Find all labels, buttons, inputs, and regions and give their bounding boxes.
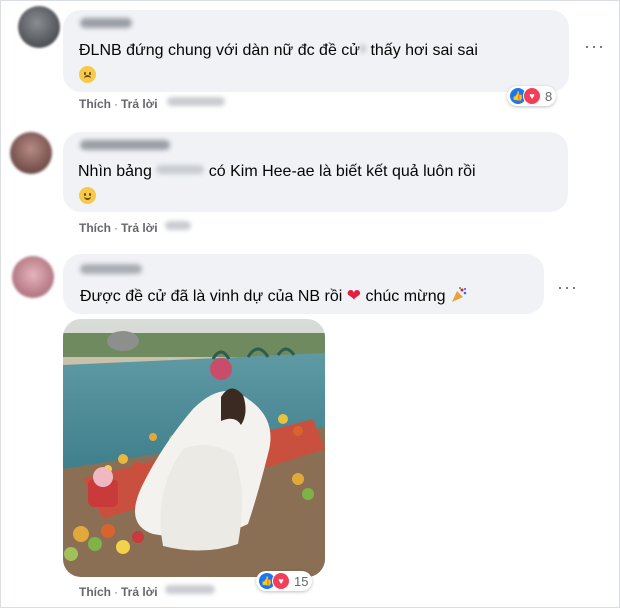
more-options-icon[interactable]: ···: [557, 277, 578, 298]
smiling-face-icon: [79, 187, 96, 204]
comment-text-part: có Kim Hee-ae là biết kết quả luôn rồi: [208, 163, 476, 180]
avatar[interactable]: [12, 256, 54, 298]
timestamp[interactable]: [164, 221, 191, 230]
separator: ·: [114, 221, 118, 235]
commenter-name[interactable]: [80, 264, 142, 274]
red-heart-icon: ❤: [346, 286, 361, 305]
comment-text: Nhìn bảng có Kim Hee-ae là biết kết quả …: [78, 162, 476, 182]
love-reaction-icon: ♥: [272, 572, 290, 590]
comment-actions: Thích · Trả lời: [79, 97, 225, 111]
love-reaction-icon: ♥: [523, 87, 541, 105]
comment-text-part: chúc mừng: [365, 288, 446, 305]
censored-text: [156, 165, 205, 174]
reaction-count: 15: [294, 573, 309, 589]
photo-content: [63, 319, 325, 577]
more-options-icon[interactable]: ···: [584, 36, 605, 57]
commenter-name[interactable]: [80, 140, 170, 150]
comment-text-part: Nhìn bảng: [78, 163, 152, 180]
like-link[interactable]: Thích: [79, 585, 111, 599]
timestamp[interactable]: [164, 585, 215, 594]
reaction-summary[interactable]: 👍 ♥ 8: [507, 86, 557, 106]
avatar[interactable]: [18, 6, 60, 48]
like-link[interactable]: Thích: [79, 97, 111, 111]
comment-text-part: ĐLNB đứng chung với dàn nữ đc đề cử: [79, 42, 360, 59]
reaction-summary[interactable]: 👍 ♥ 15: [256, 571, 313, 591]
separator: ·: [114, 97, 118, 111]
comment-text-part: thấy hơi sai sai: [370, 42, 478, 59]
downcast-face-icon: [79, 66, 96, 83]
party-popper-icon: [451, 287, 467, 302]
reaction-count: 8: [545, 88, 553, 104]
timestamp[interactable]: [166, 97, 225, 106]
comment-text: Được đề cử đã là vinh dự của NB rồi ❤ ch…: [80, 286, 468, 307]
reply-link[interactable]: Trả lời: [121, 221, 158, 235]
comment-actions: Thích · Trả lời: [79, 585, 215, 599]
commenter-name[interactable]: [80, 18, 132, 28]
reply-link[interactable]: Trả lời: [121, 97, 158, 111]
avatar[interactable]: [10, 132, 52, 174]
reply-link[interactable]: Trả lời: [121, 585, 158, 599]
comment-text: ĐLNB đứng chung với dàn nữ đc đề cử thấy…: [79, 41, 478, 61]
comment-actions: Thích · Trả lời: [79, 221, 191, 235]
censored-text: [360, 44, 366, 53]
like-link[interactable]: Thích: [79, 221, 111, 235]
attached-photo[interactable]: [63, 319, 325, 577]
comment-text-part: Được đề cử đã là vinh dự của NB rồi: [80, 288, 343, 305]
separator: ·: [114, 585, 118, 599]
